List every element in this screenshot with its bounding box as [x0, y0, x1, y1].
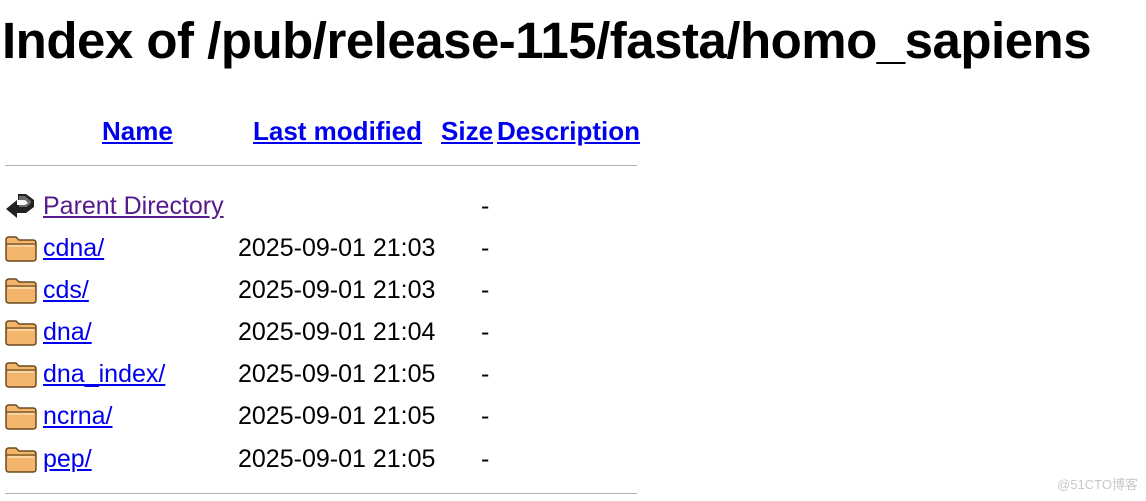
- back-arrow-icon: [4, 191, 38, 221]
- watermark: @51CTO博客: [1057, 477, 1138, 492]
- table-row: dna/ 2025-09-01 21:04 -: [0, 312, 640, 352]
- row-size: -: [481, 445, 490, 473]
- sort-by-size-link[interactable]: Size: [441, 116, 493, 146]
- row-last-modified: 2025-09-01 21:05: [238, 445, 436, 473]
- column-header-size[interactable]: Size: [441, 114, 493, 148]
- folder-link-dna-index[interactable]: dna_index/: [43, 354, 165, 394]
- folder-link-cdna[interactable]: cdna/: [43, 228, 104, 268]
- table-row: pep/ 2025-09-01 21:05 -: [0, 439, 640, 479]
- table-row: ncrna/ 2025-09-01 21:05 -: [0, 396, 640, 436]
- row-size: -: [481, 234, 490, 262]
- column-header-name[interactable]: Name: [102, 114, 173, 148]
- table-row: dna_index/ 2025-09-01 21:05 -: [0, 354, 640, 394]
- row-size: -: [481, 402, 490, 430]
- folder-icon: [4, 275, 38, 305]
- folder-icon: [4, 233, 38, 263]
- folder-icon: [4, 317, 38, 347]
- parent-directory-row: Parent Directory -: [0, 186, 640, 226]
- row-size: -: [481, 276, 490, 304]
- column-header-last-modified[interactable]: Last modified: [253, 114, 422, 148]
- row-last-modified: 2025-09-01 21:05: [238, 402, 436, 430]
- bottom-divider: [5, 493, 637, 494]
- folder-link-dna[interactable]: dna/: [43, 312, 92, 352]
- folder-link-pep[interactable]: pep/: [43, 439, 92, 479]
- table-row: cdna/ 2025-09-01 21:03 -: [0, 228, 640, 268]
- row-last-modified: 2025-09-01 21:05: [238, 360, 436, 388]
- row-last-modified: 2025-09-01 21:03: [238, 276, 436, 304]
- sort-by-description-link[interactable]: Description: [497, 116, 640, 146]
- sort-by-last-modified-link[interactable]: Last modified: [253, 116, 422, 146]
- parent-size: -: [481, 192, 490, 220]
- folder-icon: [4, 444, 38, 474]
- top-divider: [5, 165, 637, 166]
- row-last-modified: 2025-09-01 21:03: [238, 234, 436, 262]
- row-size: -: [481, 360, 490, 388]
- folder-link-ncrna[interactable]: ncrna/: [43, 396, 112, 436]
- column-header-description[interactable]: Description: [497, 114, 640, 148]
- folder-icon: [4, 359, 38, 389]
- table-row: cds/ 2025-09-01 21:03 -: [0, 270, 640, 310]
- row-last-modified: 2025-09-01 21:04: [238, 318, 436, 346]
- folder-link-cds[interactable]: cds/: [43, 270, 89, 310]
- page-title: Index of /pub/release-115/fasta/homo_sap…: [2, 12, 1092, 69]
- sort-by-name-link[interactable]: Name: [102, 116, 173, 146]
- folder-icon: [4, 401, 38, 431]
- row-size: -: [481, 318, 490, 346]
- parent-directory-link[interactable]: Parent Directory: [43, 186, 224, 226]
